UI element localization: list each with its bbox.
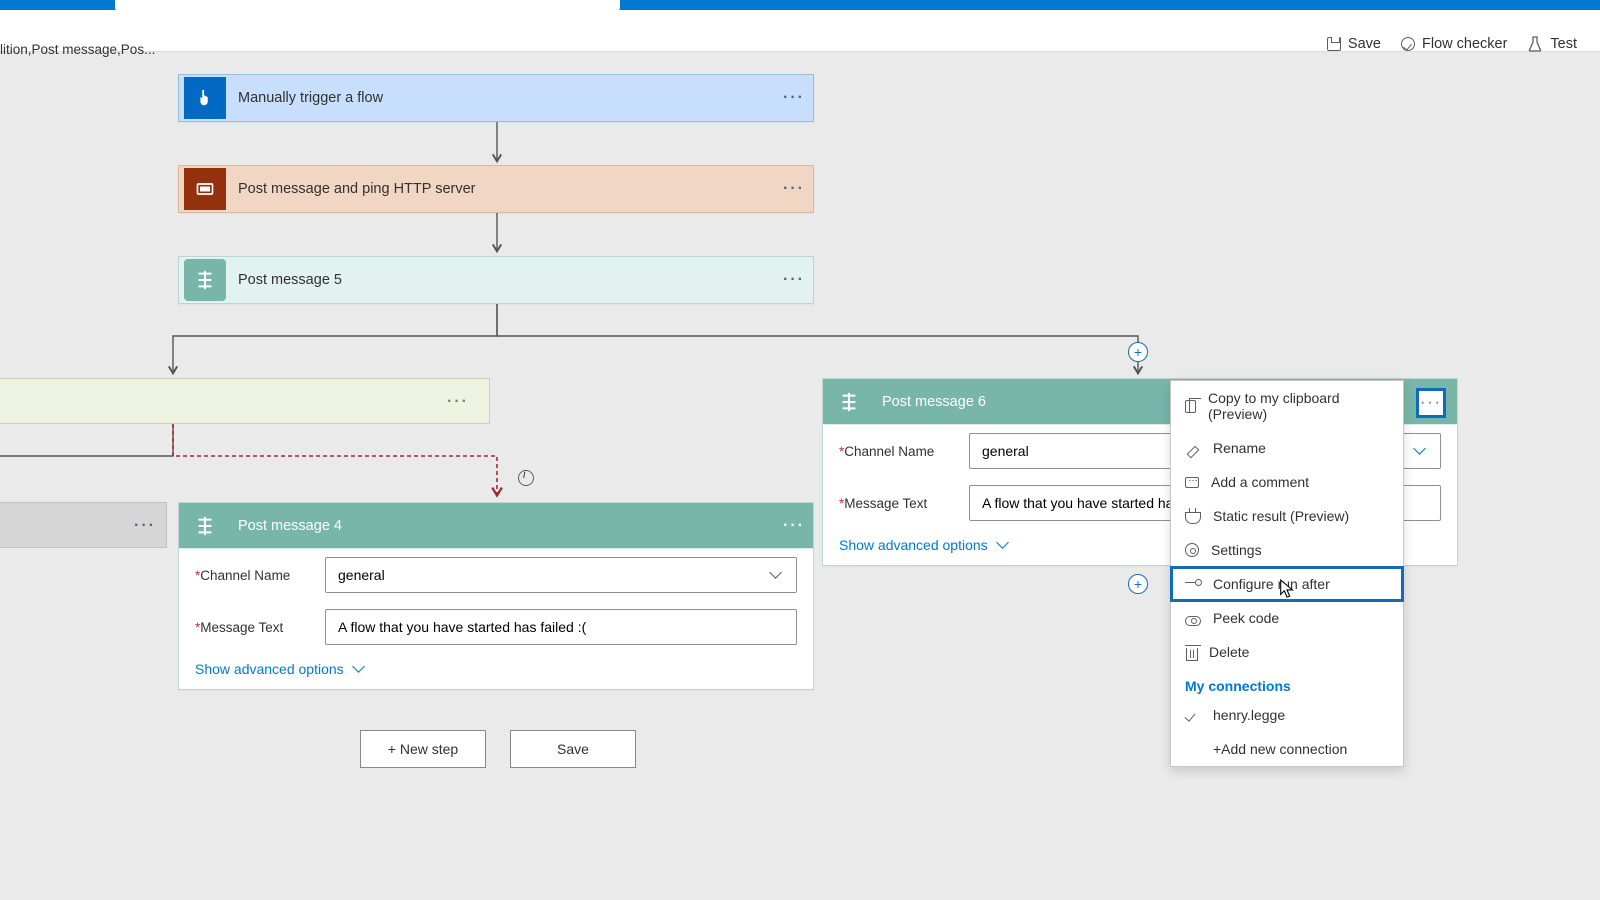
field-label: *Channel Name (839, 444, 969, 459)
menu-settings[interactable]: Settings (1171, 533, 1403, 567)
add-action-button[interactable]: + (1128, 574, 1148, 594)
flask-icon (1527, 36, 1543, 52)
more-icon[interactable] (780, 271, 808, 289)
channel-name-input[interactable] (336, 566, 771, 584)
copy-icon (1185, 400, 1196, 413)
rename-icon (1185, 440, 1201, 456)
more-icon[interactable] (780, 517, 808, 535)
chevron-down-icon (354, 661, 370, 677)
menu-configure-run-after[interactable]: Configure run after (1171, 567, 1403, 601)
search-input[interactable] (115, 0, 620, 10)
save-button[interactable]: Save (1327, 36, 1381, 52)
condition-branch-card[interactable] (0, 378, 490, 424)
add-branch-button[interactable]: + (1128, 342, 1148, 362)
comment-icon (1185, 477, 1199, 488)
chevron-down-icon (771, 567, 786, 583)
trigger-card[interactable]: Manually trigger a flow (178, 74, 814, 122)
menu-peek-code[interactable]: Peek code (1171, 601, 1403, 635)
manual-trigger-icon (184, 77, 226, 119)
menu-delete[interactable]: Delete (1171, 635, 1403, 669)
menu-section-connections: My connections (1171, 669, 1403, 698)
menu-copy-clipboard[interactable]: Copy to my clipboard (Preview) (1171, 381, 1403, 431)
collapsed-card[interactable] (0, 502, 167, 548)
trigger-title: Manually trigger a flow (226, 90, 780, 106)
slack-card-pm5[interactable]: Post message 5 (178, 256, 814, 304)
menu-rename[interactable]: Rename (1171, 431, 1403, 465)
card-more-button-highlighted[interactable] (1416, 388, 1446, 418)
context-menu: Copy to my clipboard (Preview) Rename Ad… (1170, 380, 1404, 767)
menu-connection-item[interactable]: henry.legge (1171, 698, 1403, 732)
breadcrumb: lition,Post message,Pos... (0, 42, 155, 57)
card-title: Post message 5 (226, 272, 780, 288)
scope-title: Post message and ping HTTP server (226, 181, 780, 197)
more-icon[interactable] (780, 89, 808, 107)
card-title: Post message 4 (226, 518, 780, 534)
menu-add-connection[interactable]: +Add new connection (1171, 732, 1403, 766)
trash-icon (1186, 648, 1198, 661)
field-label: *Channel Name (195, 568, 325, 583)
show-advanced-options[interactable]: Show advanced options (179, 653, 813, 689)
message-text-input[interactable] (325, 609, 797, 645)
scope-icon (184, 168, 226, 210)
more-icon[interactable] (131, 517, 159, 535)
menu-static-result[interactable]: Static result (Preview) (1171, 499, 1403, 533)
app-titlebar (0, 0, 1600, 10)
footer-buttons: + New step Save (360, 730, 636, 768)
flow-checker-button[interactable]: Flow checker (1401, 36, 1507, 52)
info-icon[interactable] (518, 470, 534, 486)
check-icon (1185, 707, 1201, 723)
configure-icon (1185, 576, 1201, 592)
slack-icon (828, 381, 870, 423)
flow-checker-icon (1401, 37, 1415, 51)
scope-card[interactable]: Post message and ping HTTP server (178, 165, 814, 213)
flask-icon (1185, 508, 1201, 524)
field-label: *Message Text (195, 620, 325, 635)
slack-icon (184, 259, 226, 301)
chevron-down-icon (998, 537, 1014, 553)
chevron-down-icon (1415, 443, 1430, 459)
more-icon[interactable] (444, 393, 472, 411)
save-flow-button[interactable]: Save (510, 730, 636, 768)
slack-icon (184, 505, 226, 547)
more-icon[interactable] (780, 180, 808, 198)
eye-icon (1185, 616, 1201, 626)
test-button[interactable]: Test (1527, 36, 1577, 52)
channel-name-select[interactable] (325, 557, 797, 593)
menu-add-comment[interactable]: Add a comment (1171, 465, 1403, 499)
designer-toolbar: lition,Post message,Pos... Save Flow che… (0, 10, 1600, 52)
slack-card-pm4: Post message 4 *Channel Name *Message Te… (178, 502, 814, 690)
new-step-button[interactable]: + New step (360, 730, 486, 768)
save-icon (1327, 37, 1341, 51)
field-label: *Message Text (839, 496, 969, 511)
gear-icon (1185, 543, 1199, 557)
